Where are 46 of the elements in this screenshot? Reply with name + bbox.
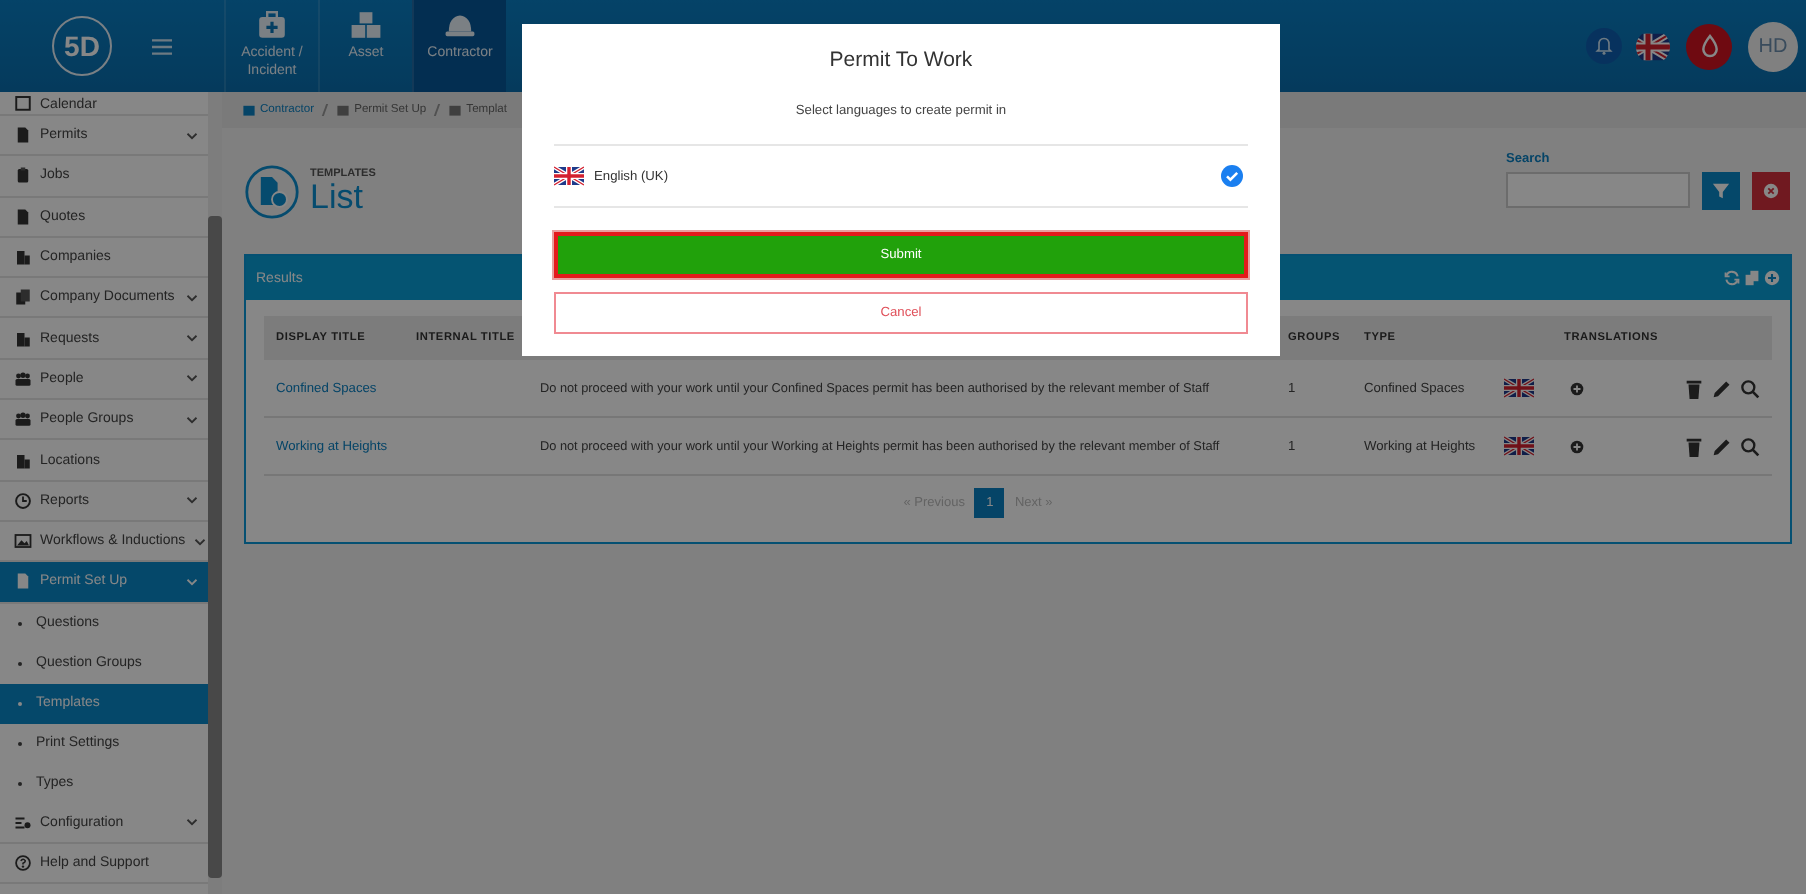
dialog-title: Permit To Work xyxy=(827,48,975,72)
image-icon xyxy=(14,532,32,551)
logo: 5D xyxy=(52,16,112,76)
building-icon xyxy=(14,329,32,348)
boxes-icon xyxy=(350,10,382,40)
gear-icon xyxy=(14,813,32,832)
refresh-icon[interactable] xyxy=(1724,270,1740,286)
filter-icon xyxy=(1712,182,1730,200)
pencil-icon[interactable] xyxy=(1712,377,1732,399)
help-icon xyxy=(14,854,32,872)
pencil-icon[interactable] xyxy=(1712,435,1732,457)
add-icon[interactable] xyxy=(1764,270,1780,286)
close-icon xyxy=(1762,182,1780,200)
trash-icon[interactable] xyxy=(1684,435,1704,457)
trash-icon[interactable] xyxy=(1684,377,1704,399)
people-icon xyxy=(14,369,32,388)
calendar-icon xyxy=(14,94,32,112)
uk-flag-icon xyxy=(554,166,584,186)
menu-icon[interactable] xyxy=(152,37,172,55)
clock-icon xyxy=(14,491,32,510)
copy-icon[interactable] xyxy=(1744,270,1760,286)
search-field[interactable] xyxy=(1506,172,1690,208)
first-aid-kit-icon xyxy=(256,10,288,40)
filter-button[interactable] xyxy=(1702,172,1740,210)
doc-icon xyxy=(14,207,32,226)
uk-flag-icon xyxy=(1504,378,1534,398)
check-circle-icon[interactable] xyxy=(1220,164,1244,188)
search-icon[interactable] xyxy=(1740,435,1760,457)
page-title: List xyxy=(310,180,365,214)
bell-icon xyxy=(1594,36,1614,56)
alert-button[interactable] xyxy=(1686,23,1732,69)
building-icon xyxy=(14,248,32,267)
uk-flag-icon xyxy=(1636,29,1670,63)
doc-icon xyxy=(14,126,32,145)
search-icon[interactable] xyxy=(1740,377,1760,399)
user-avatar[interactable]: HD xyxy=(1748,21,1798,71)
clear-button[interactable] xyxy=(1752,172,1790,210)
doc-icon xyxy=(14,572,32,591)
document-check-icon xyxy=(244,163,300,219)
notification-button[interactable] xyxy=(1586,28,1622,64)
uk-flag-icon xyxy=(1504,436,1534,456)
language-button[interactable] xyxy=(1636,29,1670,63)
clip-icon xyxy=(14,166,32,185)
docs-icon xyxy=(14,288,32,307)
building-icon xyxy=(14,451,32,470)
people-icon xyxy=(14,410,32,429)
